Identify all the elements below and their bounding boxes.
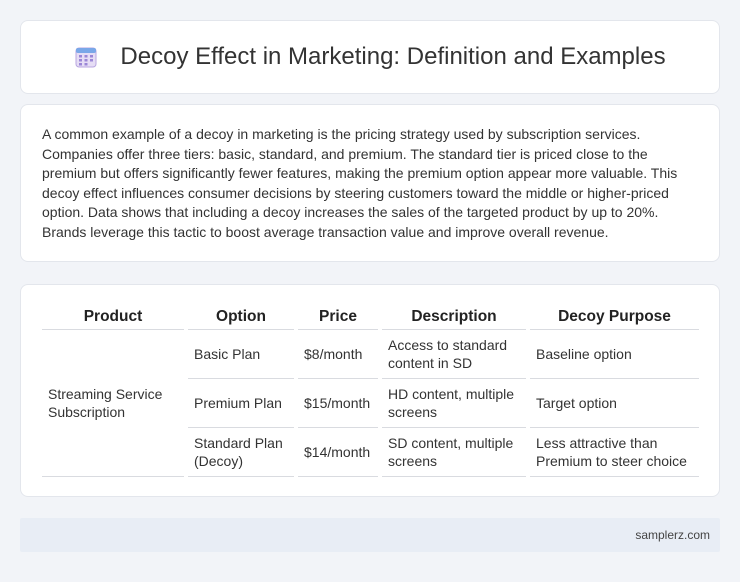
option-cell: Standard Plan (Decoy) xyxy=(188,428,294,477)
intro-paragraph: A common example of a decoy in marketing… xyxy=(42,126,678,240)
title-card: Decoy Effect in Marketing: Definition an… xyxy=(20,20,720,94)
header-product: Product xyxy=(42,303,184,330)
description-cell: Access to standard content in SD xyxy=(382,330,526,379)
calendar-icon xyxy=(74,45,98,69)
price-cell: $14/month xyxy=(298,428,378,477)
decoy-table: Product Option Price Description Decoy P… xyxy=(38,303,703,477)
purpose-cell: Baseline option xyxy=(530,330,699,379)
option-cell: Basic Plan xyxy=(188,330,294,379)
page-title-text: Decoy Effect in Marketing: Definition an… xyxy=(120,43,666,70)
header-option: Option xyxy=(188,303,294,330)
page-title: Decoy Effect in Marketing: Definition an… xyxy=(74,43,666,71)
intro-card: A common example of a decoy in marketing… xyxy=(20,104,720,262)
table-card: Product Option Price Description Decoy P… xyxy=(20,284,720,497)
header-description: Description xyxy=(382,303,526,330)
table-row: Streaming Service Subscription Basic Pla… xyxy=(42,330,699,477)
price-cell: $8/month xyxy=(298,330,378,379)
description-cell: SD content, multiple screens xyxy=(382,428,526,477)
description-cell: HD content, multiple screens xyxy=(382,379,526,428)
price-cell: $15/month xyxy=(298,379,378,428)
product-cell: Streaming Service Subscription xyxy=(42,330,184,477)
header-price: Price xyxy=(298,303,378,330)
footer-bar: samplerz.com xyxy=(20,518,720,552)
footer-site-link[interactable]: samplerz.com xyxy=(635,528,710,542)
table-header-row: Product Option Price Description Decoy P… xyxy=(42,303,699,330)
purpose-cell: Less attractive than Premium to steer ch… xyxy=(530,428,699,477)
option-cell: Premium Plan xyxy=(188,379,294,428)
purpose-cell: Target option xyxy=(530,379,699,428)
header-decoy-purpose: Decoy Purpose xyxy=(530,303,699,330)
